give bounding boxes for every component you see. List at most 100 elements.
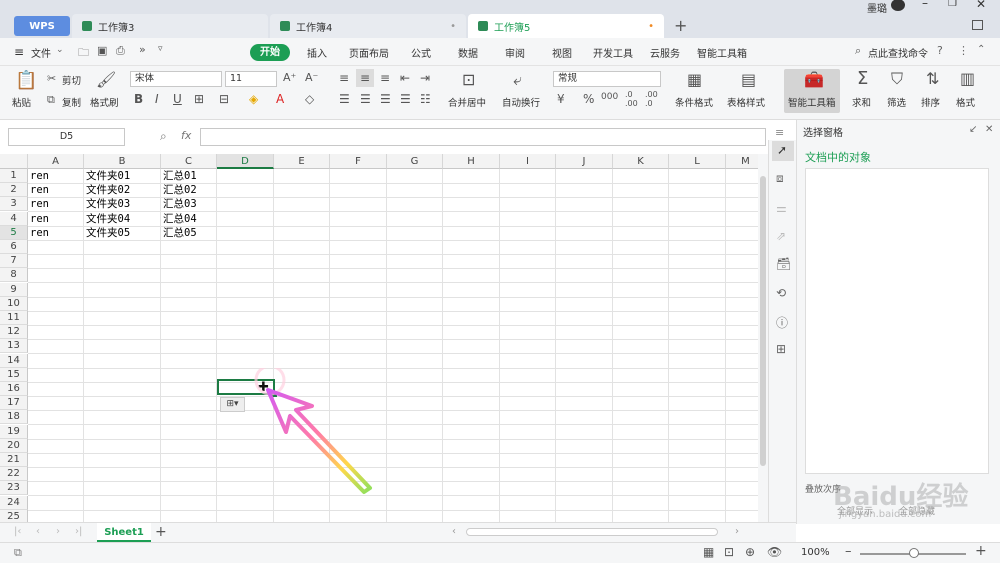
help-circle-icon[interactable]: ⓘ — [776, 314, 788, 331]
objects-list[interactable] — [805, 168, 989, 474]
cell[interactable]: ren — [28, 197, 49, 211]
sum-button[interactable]: 求和 — [852, 95, 871, 109]
collapse-ribbon-icon[interactable]: ⌃ — [977, 44, 985, 55]
filter-icon[interactable]: ⛉ — [891, 69, 903, 89]
format-painter-button[interactable]: 格式刷 — [90, 95, 119, 109]
row-header[interactable]: 19 — [0, 424, 28, 439]
cell[interactable]: 汇总03 — [161, 197, 197, 211]
thousands-icon[interactable]: 000 — [601, 92, 618, 102]
open-folder-icon[interactable]: 🗀 — [78, 44, 89, 63]
filter-button[interactable]: 筛选 — [887, 95, 906, 109]
menu-review[interactable]: 审阅 — [505, 45, 525, 60]
border-icon[interactable]: ⊞ — [194, 92, 204, 106]
hscroll-right-icon[interactable]: › — [735, 526, 739, 537]
zoom-in-icon[interactable]: + — [975, 543, 987, 559]
table-style-button[interactable]: 表格样式 — [727, 95, 765, 109]
tab-workbook5[interactable]: 工作簿5 • — [468, 14, 664, 38]
format-icon[interactable]: ▥ — [960, 69, 975, 88]
menu-cloud[interactable]: 云服务 — [650, 45, 680, 60]
vertical-scrollbar[interactable] — [758, 154, 768, 522]
row-header[interactable]: 7 — [0, 254, 28, 269]
decrease-decimal-icon[interactable]: .00.0 — [645, 90, 658, 108]
clear-icon[interactable]: ◇ — [305, 92, 314, 106]
conditional-format-button[interactable]: 条件格式 — [675, 95, 713, 109]
menu-start[interactable]: 开始 — [250, 44, 290, 61]
cell[interactable]: 文件夹02 — [84, 183, 130, 197]
align-right-icon[interactable]: ☰ — [380, 92, 391, 106]
apps-grid-icon[interactable]: ⊞ — [776, 342, 786, 356]
chevron-down-icon[interactable]: ⌄ — [56, 45, 64, 55]
menu-developer[interactable]: 开发工具 — [593, 45, 633, 60]
menu-insert[interactable]: 插入 — [307, 45, 327, 60]
file-menu[interactable]: 文件 — [31, 45, 51, 60]
paste-icon[interactable]: 📋 — [15, 70, 37, 91]
more-icon[interactable]: » — [139, 43, 146, 56]
column-header[interactable]: G — [387, 154, 443, 169]
column-header[interactable]: M — [726, 154, 758, 169]
scroll-thumb[interactable] — [760, 176, 766, 466]
row-header[interactable]: 2 — [0, 183, 28, 198]
row-header[interactable]: 10 — [0, 296, 28, 311]
dock-icon[interactable]: ↙ — [969, 124, 977, 135]
row-header[interactable]: 1 — [0, 169, 28, 183]
row-header[interactable]: 3 — [0, 197, 28, 212]
row-header[interactable]: 8 — [0, 268, 28, 283]
minimize-icon[interactable]: – — [922, 0, 928, 10]
row-header[interactable]: 5 — [0, 225, 28, 240]
column-header[interactable]: C — [161, 154, 217, 169]
column-header[interactable]: D — [217, 154, 274, 169]
format-button[interactable]: 格式 — [956, 95, 975, 109]
cell[interactable]: 文件夹05 — [84, 226, 130, 240]
save-icon[interactable]: ▣ — [97, 44, 107, 57]
history-icon[interactable]: ⟲ — [776, 286, 786, 300]
cell[interactable]: ren — [28, 226, 49, 240]
align-left-icon[interactable]: ☰ — [339, 92, 350, 106]
column-header[interactable]: E — [274, 154, 330, 169]
currency-icon[interactable]: ¥ — [557, 92, 565, 106]
font-name-select[interactable]: 宋体 — [130, 71, 222, 87]
menu-data[interactable]: 数据 — [458, 45, 478, 60]
row-header[interactable]: 24 — [0, 495, 28, 510]
row-header[interactable]: 20 — [0, 438, 28, 453]
row-header[interactable]: 11 — [0, 311, 28, 325]
column-header[interactable]: F — [330, 154, 387, 169]
macro-icon[interactable]: ⧉ — [14, 546, 22, 560]
wps-home-tab[interactable]: WPS — [14, 16, 70, 36]
bold-icon[interactable]: B — [134, 92, 143, 106]
maximize-icon[interactable]: ❐ — [948, 0, 957, 9]
column-header[interactable]: I — [500, 154, 556, 169]
reading-mode-icon[interactable]: 👁 — [767, 545, 782, 559]
column-header[interactable]: B — [84, 154, 161, 169]
customize-icon[interactable]: ▿ — [158, 44, 163, 54]
page-break-view-icon[interactable]: ⊕ — [745, 545, 755, 559]
indent-decrease-icon[interactable]: ⇤ — [400, 71, 410, 85]
user-name[interactable]: 墨璐 — [867, 0, 887, 15]
align-top-icon[interactable]: ≡ — [339, 71, 349, 85]
row-header[interactable]: 14 — [0, 353, 28, 368]
cell[interactable]: 汇总04 — [161, 212, 197, 226]
cell[interactable]: 文件夹01 — [84, 169, 130, 183]
align-middle-icon[interactable]: ≡ — [360, 71, 370, 85]
format-painter-icon[interactable]: 🖌 — [96, 70, 116, 89]
cell[interactable]: ren — [28, 169, 49, 183]
row-header[interactable]: 15 — [0, 367, 28, 382]
adjust-icon[interactable]: ⚌ — [776, 201, 787, 215]
add-sheet-icon[interactable]: + — [155, 524, 167, 540]
increase-font-icon[interactable]: A⁺ — [283, 71, 296, 84]
hamburger-icon[interactable]: ≡ — [14, 45, 24, 59]
menu-view[interactable]: 视图 — [552, 45, 572, 60]
cell[interactable]: ren — [28, 212, 49, 226]
cell[interactable]: 文件夹04 — [84, 212, 130, 226]
horizontal-scrollbar[interactable] — [466, 528, 718, 536]
layout-icon[interactable] — [972, 20, 983, 30]
cell[interactable]: ren — [28, 183, 49, 197]
row-header[interactable]: 13 — [0, 339, 28, 354]
row-header[interactable]: 12 — [0, 325, 28, 340]
row-header[interactable]: 4 — [0, 211, 28, 226]
row-header[interactable]: 6 — [0, 240, 28, 254]
increase-decimal-icon[interactable]: .0.00 — [625, 90, 638, 108]
align-bottom-icon[interactable]: ≡ — [380, 71, 390, 85]
shapes-icon[interactable]: ⧈ — [776, 171, 784, 186]
distribute-icon[interactable]: ☷ — [420, 92, 431, 106]
next-sheet-icon[interactable]: › — [56, 526, 60, 537]
